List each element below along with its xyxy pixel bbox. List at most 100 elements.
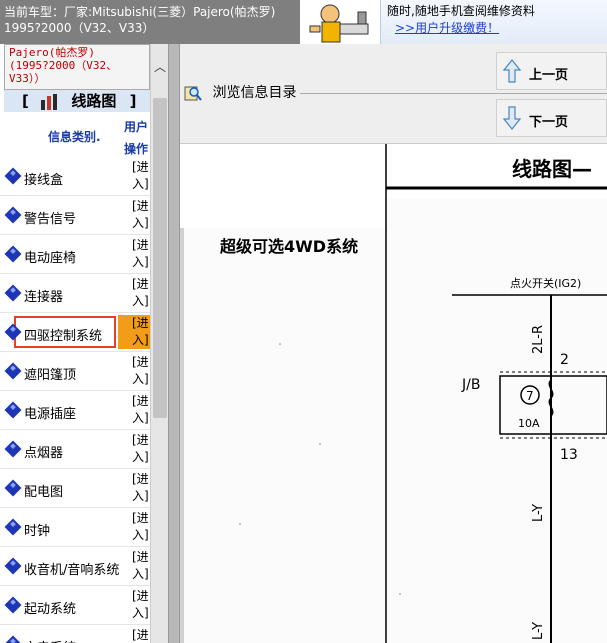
enter-link[interactable]: [进入] (132, 471, 151, 505)
browse-directory-link[interactable]: 浏览信息目录 (184, 82, 296, 102)
category-label[interactable]: 接线盒 (24, 169, 63, 188)
category-label[interactable]: 收音机/音响系统 (24, 559, 119, 578)
pin-label-top: 2 (560, 352, 569, 368)
diamond-bullet-icon (4, 167, 22, 185)
category-row[interactable]: 四驱控制系统 [进入] (0, 313, 151, 352)
enter-link-line1: [进 (132, 199, 149, 213)
column-header-category: 信息类别. (48, 130, 101, 144)
panel-splitter[interactable] (168, 44, 180, 643)
category-label[interactable]: 电源插座 (24, 403, 76, 422)
category-row[interactable]: 接线盒 [进 入] (0, 157, 151, 196)
enter-link[interactable]: [进入] (132, 432, 151, 466)
enter-link-line2: 入] (132, 411, 149, 425)
arrow-down-icon (503, 106, 521, 130)
enter-link-line1: [进 (132, 277, 149, 291)
scroll-up-icon[interactable]: ︿ (151, 58, 169, 76)
enter-link[interactable]: [进入] (132, 198, 151, 232)
category-row[interactable]: 警告信号 [进 入] (0, 196, 151, 235)
enter-link-line2: 入] (132, 528, 149, 542)
category-label[interactable]: 点烟器 (24, 442, 63, 461)
category-label[interactable]: 起动系统 (24, 598, 76, 617)
vehicle-marker (4, 59, 5, 79)
diamond-bullet-icon (4, 635, 22, 643)
enter-link-line2: 入] (132, 372, 149, 386)
enter-link[interactable]: [进入] (132, 549, 151, 583)
wire-label-top: 2L-R (531, 325, 546, 354)
diamond-bullet-icon (4, 557, 22, 575)
diamond-bullet-icon (4, 401, 22, 419)
enter-link-line2: 入] (132, 333, 149, 347)
enter-link-line1: [进 (132, 238, 149, 252)
enter-link[interactable]: [进入] (118, 315, 151, 349)
category-label[interactable]: 连接器 (24, 286, 63, 305)
category-row[interactable]: 电动座椅 [进 入] (0, 235, 151, 274)
enter-link-line2: 入] (132, 450, 149, 464)
mascot-icon (300, 0, 380, 44)
category-label[interactable]: 充电系统 (24, 637, 76, 643)
ignition-switch-label: 点火开关(IG2) (510, 276, 581, 290)
enter-link[interactable]: [进入] (132, 510, 151, 544)
enter-link-line1: [进 (132, 511, 149, 525)
arrow-up-icon (503, 59, 521, 83)
current-vehicle-line1: 当前车型：厂家:Mitsubishi(三菱）Pajero(帕杰罗) (4, 5, 276, 19)
sidebar-scrollbar[interactable]: ︿ (150, 44, 168, 643)
current-vehicle-bar: 当前车型：厂家:Mitsubishi(三菱）Pajero(帕杰罗) 1995?2… (0, 0, 300, 44)
diamond-bullet-icon (4, 518, 22, 536)
diamond-bullet-icon (4, 362, 22, 380)
upgrade-ad-banner[interactable]: 随时,随地手机查阅维修资料 >>用户升级缴费！ (380, 0, 607, 44)
enter-link-line1: [进 (132, 550, 149, 564)
toolbar-divider (300, 93, 607, 94)
scrollbar-thumb[interactable] (153, 98, 167, 418)
fuse-rating: 10A (518, 417, 540, 430)
wiring-diagram: 线路图— 超级可选4WD系统 点火开关(IG2) 2L-R 2 J/B 7 10… (180, 144, 607, 643)
vehicle-box-line3: V33）） (9, 72, 46, 85)
category-label[interactable]: 配电图 (24, 481, 63, 500)
section-title: [ 线路图 ] (4, 90, 150, 112)
category-label[interactable]: 时钟 (24, 520, 50, 539)
enter-link[interactable]: [进入] (132, 276, 151, 310)
enter-link[interactable]: [进入] (132, 159, 151, 193)
enter-link-line1: [进 (132, 589, 149, 603)
enter-link-line2: 入] (132, 294, 149, 308)
diamond-bullet-icon (4, 596, 22, 614)
enter-link-line2: 入] (132, 606, 149, 620)
category-row[interactable]: 遮阳篷顶 [进 入] (0, 352, 151, 391)
diagram-title: 线路图— (512, 157, 592, 181)
previous-page-button[interactable]: 上一页 (496, 52, 607, 90)
fuse-number: 7 (526, 389, 534, 403)
enter-link-line1: [进 (132, 316, 149, 330)
vehicle-info-box: Pajero(帕杰罗) (1995?2000（V32、 V33）） (4, 44, 150, 90)
enter-link-line1: [进 (132, 394, 149, 408)
category-row[interactable]: 充电系统 [进入] (0, 625, 151, 643)
upgrade-link[interactable]: >>用户升级缴费！ (395, 19, 601, 36)
category-label[interactable]: 四驱控制系统 (24, 325, 102, 344)
sidebar: Pajero(帕杰罗) (1995?2000（V32、 V33）） [ 线路图 … (0, 44, 152, 643)
category-row[interactable]: 配电图 [进 入] (0, 469, 151, 508)
ad-text: 随时,随地手机查阅维修资料 (387, 4, 535, 18)
category-label[interactable]: 遮阳篷顶 (24, 364, 76, 383)
next-page-button[interactable]: 下一页 (496, 99, 607, 137)
category-row[interactable]: 连接器 [进入] (0, 274, 151, 313)
pin-label-bottom: 13 (560, 447, 578, 463)
enter-link[interactable]: [进入] (132, 627, 151, 643)
column-header-user-action: 用户 操作 (124, 116, 151, 160)
section-title-bracket-right: ] (129, 92, 137, 110)
enter-link-line1: [进 (132, 160, 149, 174)
section-title-text: 线路图 (71, 92, 117, 110)
category-label[interactable]: 警告信号 (24, 208, 76, 227)
enter-link[interactable]: [进入] (132, 588, 151, 622)
diamond-bullet-icon (4, 206, 22, 224)
category-label[interactable]: 电动座椅 (24, 247, 76, 266)
category-row[interactable]: 起动系统 [进入] (0, 586, 151, 625)
section-title-bracket-left: [ (22, 92, 29, 110)
enter-link[interactable]: [进入] (132, 354, 151, 388)
vehicle-box-line2: (1995?2000（V32、 (9, 59, 118, 72)
category-row[interactable]: 收音机/音响系统 [进 入] (0, 547, 151, 586)
category-row[interactable]: 点烟器 [进 入] (0, 430, 151, 469)
category-row[interactable]: 电源插座 [进入] (0, 391, 151, 430)
bar-chart-icon (41, 93, 58, 110)
enter-link[interactable]: [进入] (132, 393, 151, 427)
enter-link[interactable]: [进入] (132, 237, 151, 271)
wire-label-low: L-Y (531, 622, 546, 640)
category-row[interactable]: 时钟 [进入] (0, 508, 151, 547)
